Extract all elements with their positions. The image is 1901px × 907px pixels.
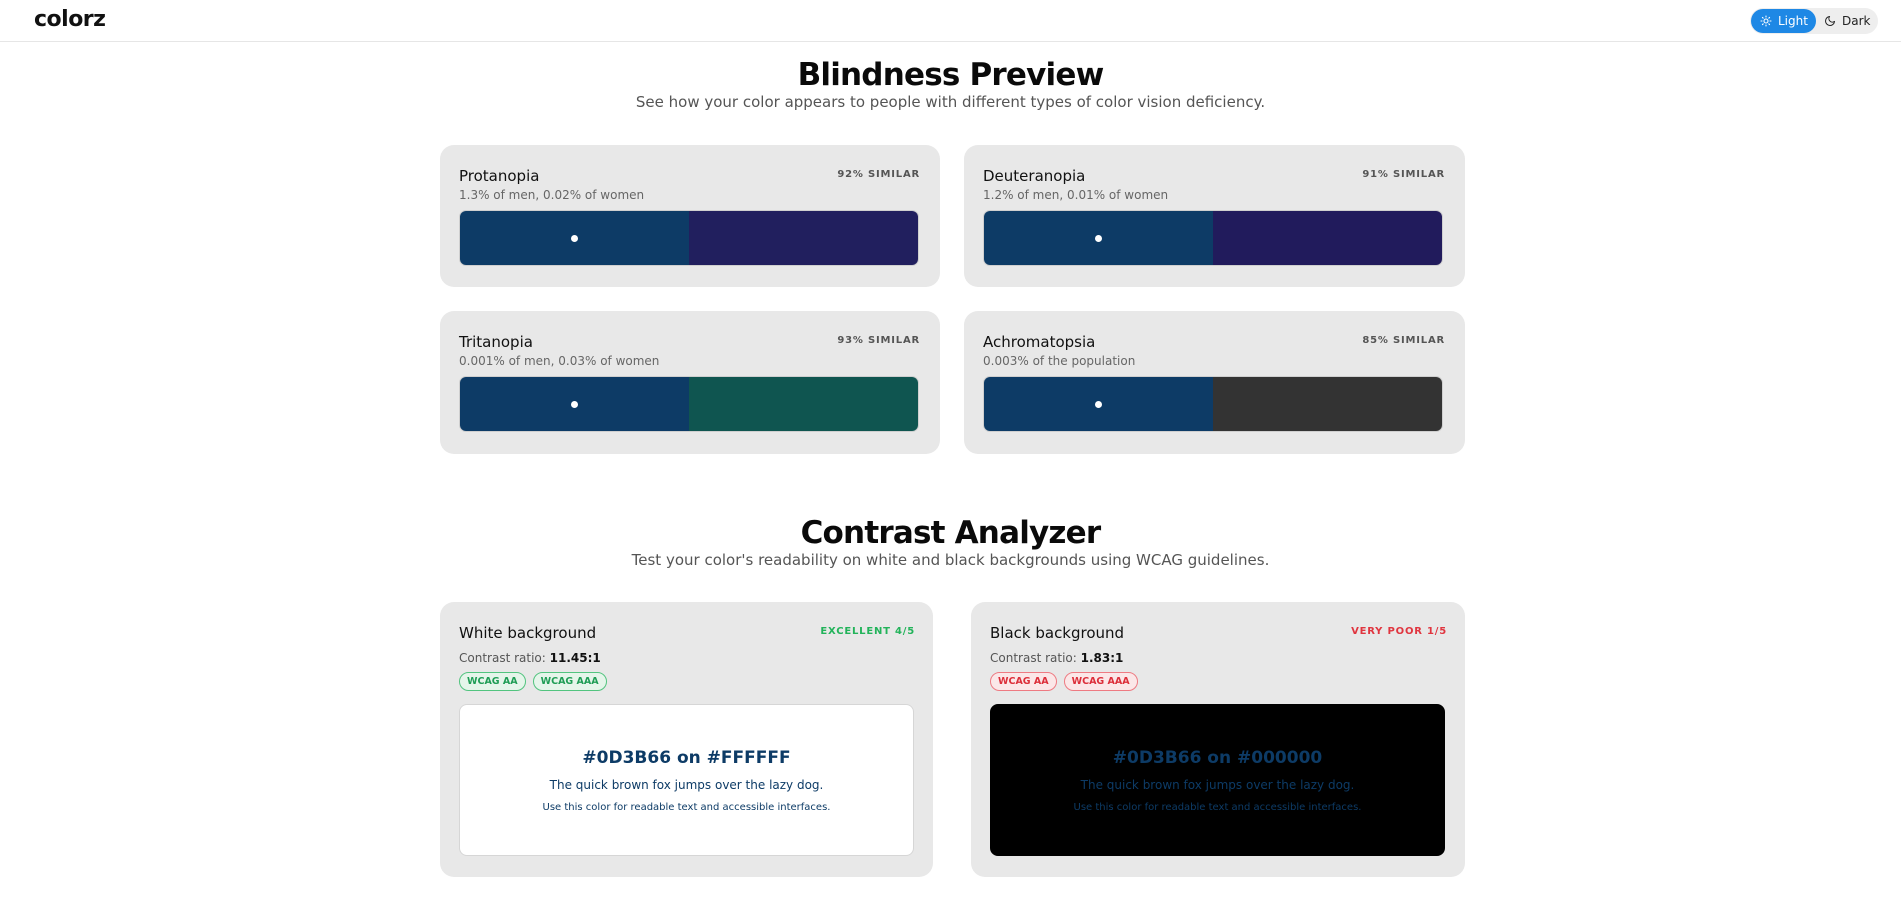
dark-theme-button[interactable]: Dark bbox=[1816, 9, 1876, 33]
simulated-swatch bbox=[1213, 211, 1442, 265]
original-marker bbox=[1095, 400, 1102, 408]
white-background-card: White background EXCELLENT 4/5 Contrast … bbox=[440, 602, 933, 877]
card-prevalence: 0.003% of the population bbox=[983, 354, 1136, 368]
preview-small-text: Use this color for readable text and acc… bbox=[1073, 802, 1362, 813]
contrast-preview: #0D3B66 on #FFFFFF The quick brown fox j… bbox=[459, 704, 914, 856]
preview-small-text: Use this color for readable text and acc… bbox=[542, 802, 831, 813]
logo[interactable]: colorz bbox=[34, 8, 106, 32]
tritanopia-card: Tritanopia 0.001% of men, 0.03% of women… bbox=[440, 311, 940, 454]
card-prevalence: 1.2% of men, 0.01% of women bbox=[983, 188, 1169, 202]
similarity-badge: 91% SIMILAR bbox=[1362, 169, 1445, 180]
original-marker bbox=[571, 400, 578, 408]
wcag-aa-badge: WCAG AA bbox=[990, 672, 1057, 691]
preview-text: The quick brown fox jumps over the lazy … bbox=[1080, 778, 1355, 792]
contrast-preview: #0D3B66 on #000000 The quick brown fox j… bbox=[990, 704, 1445, 856]
card-name: White background bbox=[459, 624, 597, 642]
original-swatch bbox=[984, 211, 1213, 265]
wcag-badges: WCAG AA WCAG AAA bbox=[990, 672, 1138, 691]
black-background-card: Black background VERY POOR 1/5 Contrast … bbox=[971, 602, 1465, 877]
original-swatch bbox=[460, 377, 689, 431]
wcag-badges: WCAG AA WCAG AAA bbox=[459, 672, 607, 691]
deuteranopia-card: Deuteranopia 1.2% of men, 0.01% of women… bbox=[964, 145, 1465, 287]
ratio-value: 1.83:1 bbox=[1080, 651, 1124, 665]
similarity-badge: 92% SIMILAR bbox=[837, 169, 920, 180]
top-bar: colorz Light Dark bbox=[0, 0, 1901, 42]
protanopia-card: Protanopia 1.3% of men, 0.02% of women 9… bbox=[440, 145, 940, 287]
simulated-swatch bbox=[1213, 377, 1442, 431]
theme-toggle: Light Dark bbox=[1750, 8, 1878, 34]
original-marker bbox=[571, 234, 578, 242]
preview-text: The quick brown fox jumps over the lazy … bbox=[549, 778, 824, 792]
wcag-aaa-badge: WCAG AAA bbox=[532, 672, 607, 691]
contrast-ratio: Contrast ratio: 11.45:1 bbox=[459, 651, 601, 665]
achromatopsia-card: Achromatopsia 0.003% of the population 8… bbox=[964, 311, 1465, 454]
simulated-swatch bbox=[689, 377, 918, 431]
card-name: Achromatopsia bbox=[983, 333, 1096, 351]
sun-icon bbox=[1760, 15, 1772, 27]
card-prevalence: 1.3% of men, 0.02% of women bbox=[459, 188, 645, 202]
card-name: Tritanopia bbox=[459, 333, 533, 351]
ratio-value: 11.45:1 bbox=[549, 651, 601, 665]
ratio-label: Contrast ratio: bbox=[459, 651, 546, 665]
light-label: Light bbox=[1778, 14, 1808, 28]
original-swatch bbox=[460, 211, 689, 265]
card-name: Deuteranopia bbox=[983, 167, 1086, 185]
similarity-badge: 93% SIMILAR bbox=[837, 335, 920, 346]
similarity-badge: 85% SIMILAR bbox=[1362, 335, 1445, 346]
preview-title: #0D3B66 on #000000 bbox=[1112, 748, 1323, 768]
color-comparison bbox=[459, 376, 919, 432]
simulated-swatch bbox=[689, 211, 918, 265]
blindness-subtitle: See how your color appears to people wit… bbox=[635, 93, 1266, 111]
moon-icon bbox=[1825, 16, 1835, 26]
contrast-ratio: Contrast ratio: 1.83:1 bbox=[990, 651, 1123, 665]
light-theme-button[interactable]: Light bbox=[1751, 9, 1816, 33]
card-name: Protanopia bbox=[459, 167, 540, 185]
contrast-title: Contrast Analyzer bbox=[800, 515, 1102, 551]
contrast-subtitle: Test your color's readability on white a… bbox=[631, 551, 1270, 569]
contrast-rating: VERY POOR 1/5 bbox=[1351, 626, 1447, 637]
wcag-aaa-badge: WCAG AAA bbox=[1063, 672, 1138, 691]
original-marker bbox=[1095, 234, 1102, 242]
contrast-rating: EXCELLENT 4/5 bbox=[820, 626, 915, 637]
ratio-label: Contrast ratio: bbox=[990, 651, 1077, 665]
preview-title: #0D3B66 on #FFFFFF bbox=[582, 748, 791, 768]
dark-label: Dark bbox=[1842, 14, 1871, 28]
card-prevalence: 0.001% of men, 0.03% of women bbox=[459, 354, 660, 368]
original-swatch bbox=[984, 377, 1213, 431]
card-name: Black background bbox=[990, 624, 1125, 642]
blindness-title: Blindness Preview bbox=[797, 57, 1105, 93]
wcag-aa-badge: WCAG AA bbox=[459, 672, 526, 691]
color-comparison bbox=[983, 376, 1443, 432]
color-comparison bbox=[459, 210, 919, 266]
color-comparison bbox=[983, 210, 1443, 266]
